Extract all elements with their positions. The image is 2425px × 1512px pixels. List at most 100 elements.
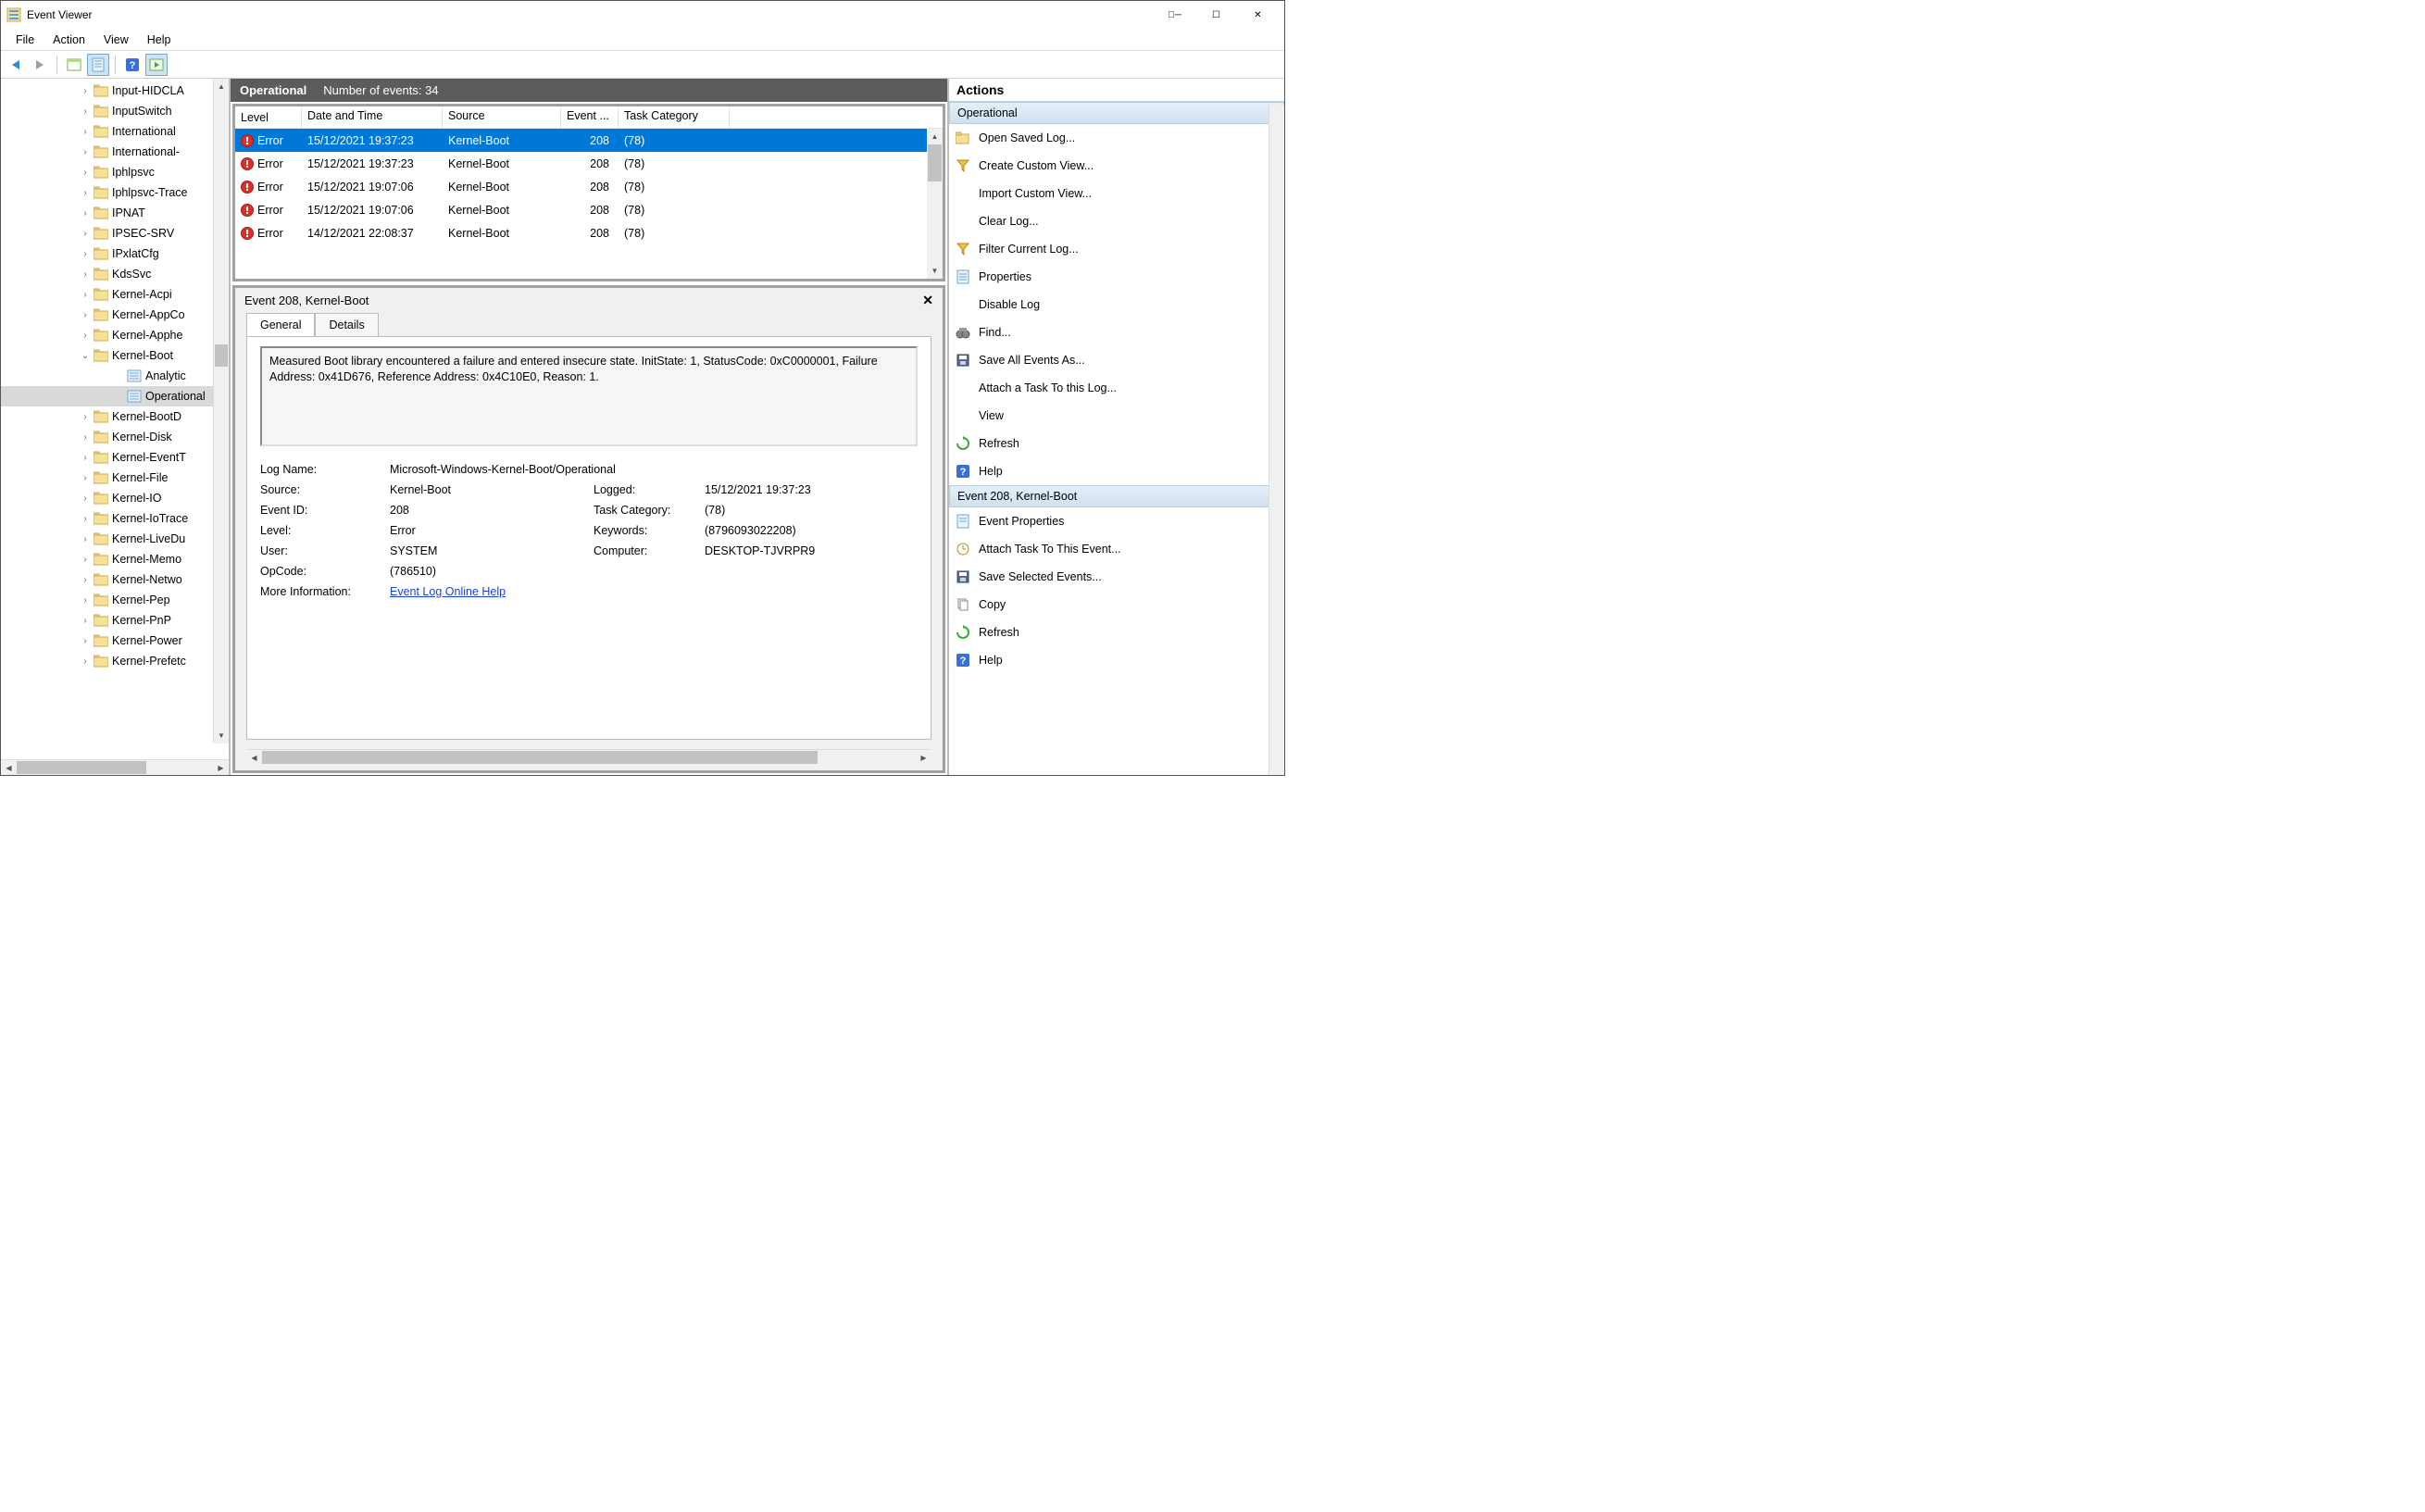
scrollbar-thumb[interactable] [215, 344, 228, 367]
action-filter-current-log[interactable]: Filter Current Log... [949, 235, 1284, 263]
action-copy[interactable]: Copy▶ [949, 591, 1284, 619]
tree-item[interactable]: Kernel-Boot [1, 345, 229, 366]
table-row[interactable]: Error15/12/2021 19:07:06Kernel-Boot208(7… [235, 175, 943, 198]
chevron-icon[interactable] [79, 229, 92, 239]
actions-section-event[interactable]: Event 208, Kernel-Boot ▲ [949, 485, 1284, 507]
forward-button[interactable] [29, 54, 51, 76]
col-date[interactable]: Date and Time [302, 106, 443, 128]
chevron-icon[interactable] [79, 351, 92, 361]
chevron-icon[interactable] [79, 494, 92, 504]
action-properties[interactable]: Properties [949, 263, 1284, 291]
action-help-event[interactable]: ?Help▶ [949, 646, 1284, 674]
action-disable-log[interactable]: Disable Log [949, 291, 1284, 319]
tree-item[interactable]: Kernel-LiveDu [1, 529, 229, 549]
chevron-icon[interactable] [79, 290, 92, 300]
action-save-all-events[interactable]: Save All Events As... [949, 346, 1284, 374]
tree-item[interactable]: KdsSvc [1, 264, 229, 284]
tab-general[interactable]: General [246, 313, 315, 336]
tree-item[interactable]: IPSEC-SRV [1, 223, 229, 244]
tree-item[interactable]: Analytic [1, 366, 229, 386]
chevron-icon[interactable] [79, 269, 92, 280]
action-save-selected-events[interactable]: Save Selected Events... [949, 563, 1284, 591]
tree-item[interactable]: Kernel-Memo [1, 549, 229, 569]
tree-item[interactable]: Kernel-Netwo [1, 569, 229, 590]
chevron-icon[interactable] [79, 595, 92, 606]
chevron-icon[interactable] [79, 453, 92, 463]
chevron-icon[interactable] [79, 432, 92, 443]
tree-item[interactable]: Kernel-PnP [1, 610, 229, 631]
chevron-icon[interactable] [79, 127, 92, 137]
tab-details[interactable]: Details [315, 313, 378, 336]
tree-horizontal-scrollbar[interactable]: ◀▶ [1, 759, 229, 775]
chevron-icon[interactable] [79, 310, 92, 320]
detail-horizontal-scrollbar[interactable]: ◀▶ [246, 749, 931, 765]
chevron-icon[interactable] [79, 331, 92, 341]
tree-item[interactable]: Kernel-Pep [1, 590, 229, 610]
action-clear-log[interactable]: Clear Log... [949, 207, 1284, 235]
events-vertical-scrollbar[interactable]: ▲▼ [927, 129, 943, 279]
tree-item[interactable]: Kernel-Power [1, 631, 229, 651]
action-open-saved-log[interactable]: Open Saved Log... [949, 124, 1284, 152]
properties-button[interactable] [87, 54, 109, 76]
action-create-custom-view[interactable]: Create Custom View... [949, 152, 1284, 180]
chevron-icon[interactable] [79, 534, 92, 544]
tree-item[interactable]: IPNAT [1, 203, 229, 223]
tree-item[interactable]: Kernel-AppCo [1, 305, 229, 325]
tree-item[interactable]: Kernel-IO [1, 488, 229, 508]
chevron-icon[interactable] [79, 616, 92, 626]
tree-vertical-scrollbar[interactable]: ▲ ▼ [213, 79, 229, 744]
tree-item[interactable]: Operational [1, 386, 229, 406]
chevron-icon[interactable] [79, 249, 92, 259]
menu-action[interactable]: Action [44, 31, 94, 48]
chevron-icon[interactable] [79, 147, 92, 157]
actions-section-operational[interactable]: Operational ▲ [949, 102, 1284, 124]
show-hide-tree-button[interactable] [63, 54, 85, 76]
tree-item[interactable]: InputSwitch [1, 101, 229, 121]
action-attach-task-event[interactable]: Attach Task To This Event... [949, 535, 1284, 563]
chevron-icon[interactable] [79, 86, 92, 96]
col-level[interactable]: Level [235, 106, 302, 128]
action-help[interactable]: ?Help▶ [949, 457, 1284, 485]
chevron-icon[interactable] [79, 514, 92, 524]
action-refresh-event[interactable]: Refresh [949, 619, 1284, 646]
chevron-icon[interactable] [79, 575, 92, 585]
chevron-icon[interactable] [79, 412, 92, 422]
tree-item[interactable]: Kernel-File [1, 468, 229, 488]
tree-item[interactable]: Iphlpsvc-Trace [1, 182, 229, 203]
help-button[interactable]: ? [121, 54, 144, 76]
chevron-icon[interactable] [79, 188, 92, 198]
col-task-category[interactable]: Task Category [619, 106, 730, 128]
tree-item[interactable]: Iphlpsvc [1, 162, 229, 182]
table-row[interactable]: Error15/12/2021 19:37:23Kernel-Boot208(7… [235, 129, 943, 152]
tree-item[interactable]: IPxlatCfg [1, 244, 229, 264]
minimize-button[interactable]: ─ [1154, 2, 1195, 28]
table-row[interactable]: Error15/12/2021 19:37:23Kernel-Boot208(7… [235, 152, 943, 175]
tree-item[interactable]: Kernel-EventT [1, 447, 229, 468]
tree-item[interactable]: Kernel-Apphe [1, 325, 229, 345]
action-event-properties[interactable]: Event Properties [949, 507, 1284, 535]
chevron-icon[interactable] [79, 473, 92, 483]
tree-item[interactable]: Kernel-Acpi [1, 284, 229, 305]
col-source[interactable]: Source [443, 106, 561, 128]
action-import-custom-view[interactable]: Import Custom View... [949, 180, 1284, 207]
tree-item[interactable]: Input-HIDCLA [1, 81, 229, 101]
preview-button[interactable] [145, 54, 168, 76]
tree-item[interactable]: Kernel-BootD [1, 406, 229, 427]
action-refresh[interactable]: Refresh [949, 430, 1284, 457]
action-view[interactable]: View▶ [949, 402, 1284, 430]
table-row[interactable]: Error14/12/2021 22:08:37Kernel-Boot208(7… [235, 221, 943, 244]
action-attach-task-log[interactable]: Attach a Task To this Log... [949, 374, 1284, 402]
chevron-icon[interactable] [79, 555, 92, 565]
menu-view[interactable]: View [94, 31, 138, 48]
chevron-icon[interactable] [79, 168, 92, 178]
tree-item[interactable]: International [1, 121, 229, 142]
menu-help[interactable]: Help [138, 31, 181, 48]
chevron-icon[interactable] [79, 208, 92, 219]
tree-item[interactable]: Kernel-IoTrace [1, 508, 229, 529]
maximize-button[interactable]: ☐ [1195, 2, 1237, 28]
back-button[interactable] [5, 54, 27, 76]
chevron-icon[interactable] [79, 656, 92, 667]
chevron-icon[interactable] [79, 636, 92, 646]
link-online-help[interactable]: Event Log Online Help [390, 585, 506, 598]
action-find[interactable]: Find... [949, 319, 1284, 346]
